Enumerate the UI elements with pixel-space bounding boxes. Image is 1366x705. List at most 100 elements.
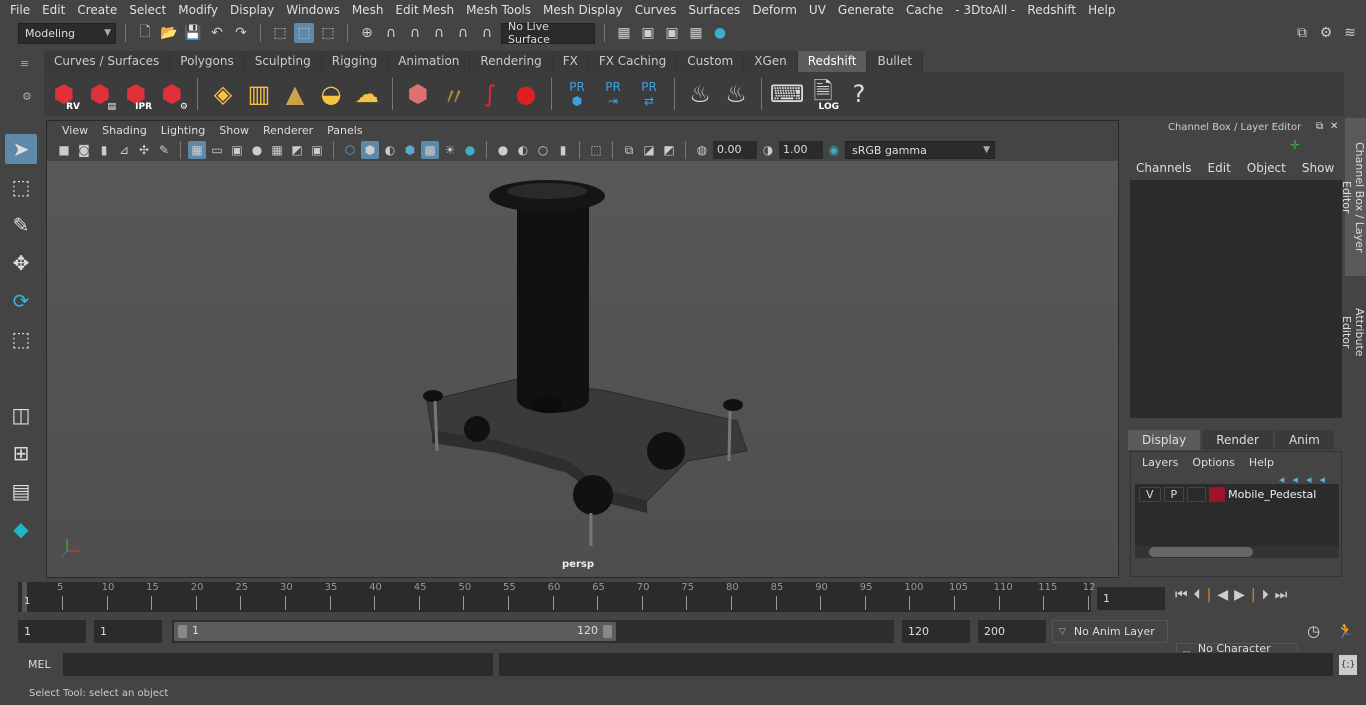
resolution-gate-icon[interactable]: ▣ [228,141,246,159]
curve-shader-icon[interactable]: ∫ [474,76,506,112]
play-backwards-icon[interactable]: ◀ [1217,587,1234,603]
ambient-occlusion-icon[interactable]: ● [494,141,512,159]
bake-icon[interactable]: ♨ [684,76,716,112]
viewport-menu-view[interactable]: View [55,124,95,137]
wireframe-on-shaded-icon[interactable]: ◐ [381,141,399,159]
auto-key-icon[interactable]: ◷ [1307,622,1320,640]
render-frame-icon[interactable]: ▣ [638,23,658,43]
menu-mesh-tools[interactable]: Mesh Tools [460,3,537,17]
gamma-field[interactable]: 1.00 [779,141,823,159]
menu-3dtoall[interactable]: - 3DtoAll - [949,3,1021,17]
proxy-export-icon[interactable]: PR ⇥ [597,76,629,112]
shadows-icon[interactable]: ● [461,141,479,159]
end-time-field[interactable]: 200 [978,620,1046,643]
render-sequence-icon[interactable]: ⬢ ▤ [84,76,116,112]
playback-toggle[interactable]: P [1163,487,1185,502]
snap-live-icon[interactable]: ∩ [477,23,497,43]
backface-icon[interactable]: ◩ [660,141,678,159]
color-space-dropdown[interactable]: sRGB gamma ▼ [845,141,995,159]
textured-icon[interactable]: ▩ [421,141,439,159]
snap-curve-icon[interactable]: ∩ [381,23,401,43]
bookmark-icon[interactable]: ▮ [95,141,113,159]
single-view-icon[interactable]: ◫ [5,400,37,430]
shelf-settings-icon[interactable]: ⚙ [22,90,32,103]
menu-edit-mesh[interactable]: Edit Mesh [389,3,460,17]
render-options-icon[interactable]: ⬢ ⚙ [156,76,188,112]
close-icon[interactable]: ✕ [1330,121,1338,132]
anim-layer-dropdown[interactable]: ▽ No Anim Layer [1052,620,1168,643]
menu-surfaces[interactable]: Surfaces [682,3,746,17]
xray-icon[interactable]: ⬢ [401,141,419,159]
lights-icon[interactable]: ☀ [441,141,459,159]
gate-mask-icon[interactable]: ● [248,141,266,159]
film-gate-icon[interactable]: ▭ [208,141,226,159]
mode-dropdown[interactable]: Modeling ▼ [18,22,116,44]
volume-icon[interactable]: ⬢ [402,76,434,112]
toggle-ui-icon[interactable]: ⚙ [1316,23,1336,43]
gamma-icon[interactable]: ◑ [759,141,777,159]
menu-modify[interactable]: Modify [172,3,224,17]
layer-menu-options[interactable]: Options [1185,456,1241,469]
shelf-tab-custom[interactable]: Custom [677,51,745,72]
layer-row[interactable]: V P Mobile_Pedestal [1135,484,1339,505]
time-slider[interactable]: 1 5 10 15 20 25 30 35 40 45 50 55 60 65 70 75 80 85 90 95 1… [18,582,1096,612]
ipr-render-icon[interactable]: ▣ [662,23,682,43]
layer-menu-help[interactable]: Help [1242,456,1281,469]
menu-display[interactable]: Display [224,3,280,17]
menu-mesh[interactable]: Mesh [346,3,390,17]
shelf-tab-rendering[interactable]: Rendering [470,51,553,72]
select-tool-icon[interactable]: ➤ [5,134,37,164]
shelf-tab-fx[interactable]: FX [552,51,589,72]
sun-sky-icon[interactable]: ☁ [351,76,383,112]
script-editor-icon[interactable]: {;} [1339,655,1357,675]
prev-key-icon[interactable]: | [1207,587,1218,603]
lasso-tool-icon[interactable]: ⬚ [5,172,37,202]
layer-menu-layers[interactable]: Layers [1135,456,1185,469]
paint-select-icon[interactable]: ✎ [5,210,37,240]
snap-point-icon[interactable]: ∩ [405,23,425,43]
ipr-icon[interactable]: ⬢ IPR [120,76,152,112]
select-hierarchy-icon[interactable]: ⬚ [270,23,290,43]
move-tool-icon[interactable]: ✥ [5,248,37,278]
color-management-toggle-icon[interactable]: ◉ [825,141,843,159]
menu-windows[interactable]: Windows [280,3,346,17]
horizontal-scrollbar[interactable] [1135,546,1339,558]
menu-create[interactable]: Create [71,3,123,17]
wireframe-icon[interactable]: ⬡ [341,141,359,159]
field-chart-icon[interactable]: ▦ [268,141,286,159]
log-icon[interactable]: 🗎 LOG [807,76,839,113]
shelf-tab-sculpting[interactable]: Sculpting [244,51,322,72]
layer-name[interactable]: Mobile_Pedestal [1228,488,1316,501]
viewport-menu-panels[interactable]: Panels [320,124,369,137]
render-view-rv-icon[interactable]: ⬢ RV [48,76,80,112]
shelf-tab-polygons[interactable]: Polygons [170,51,245,72]
viewport-menu-lighting[interactable]: Lighting [154,124,212,137]
grid-icon[interactable]: ▦ [188,141,206,159]
undo-icon[interactable]: ↶ [207,23,227,43]
layer-tab-display[interactable]: Display [1128,430,1201,450]
float-panel-icon[interactable]: ⧉ [1316,121,1323,132]
viewport-menu-show[interactable]: Show [212,124,256,137]
shelf-tab-redshift[interactable]: Redshift [797,51,868,72]
shelf-tab-bullet[interactable]: Bullet [867,51,924,72]
layer-color-swatch[interactable] [1209,487,1226,502]
play-forwards-icon[interactable]: ▶ [1234,587,1251,603]
menu-select[interactable]: Select [123,3,172,17]
render-view-icon[interactable]: ▦ [686,23,706,43]
area-light-icon[interactable]: ◈ [207,76,239,112]
menu-uv[interactable]: UV [803,3,832,17]
menu-redshift[interactable]: Redshift [1021,3,1082,17]
proxy-swap-icon[interactable]: PR ⇄ [633,76,665,112]
camera-icon[interactable]: ■ [55,141,73,159]
outliner-layout-icon[interactable]: ▤ [5,476,37,506]
viewport-menu-renderer[interactable]: Renderer [256,124,320,137]
menu-mesh-display[interactable]: Mesh Display [537,3,629,17]
image-plane-icon[interactable]: ⊿ [115,141,133,159]
menu-generate[interactable]: Generate [832,3,900,17]
go-to-start-icon[interactable]: ⏮ [1175,587,1194,603]
select-object-icon[interactable]: ⬚ [294,23,314,43]
select-component-icon[interactable]: ⬚ [318,23,338,43]
help-icon[interactable]: ? [843,76,875,112]
step-back-key-icon[interactable]: ⏴ [1194,587,1207,603]
start-time-field[interactable]: 1 [18,620,86,643]
